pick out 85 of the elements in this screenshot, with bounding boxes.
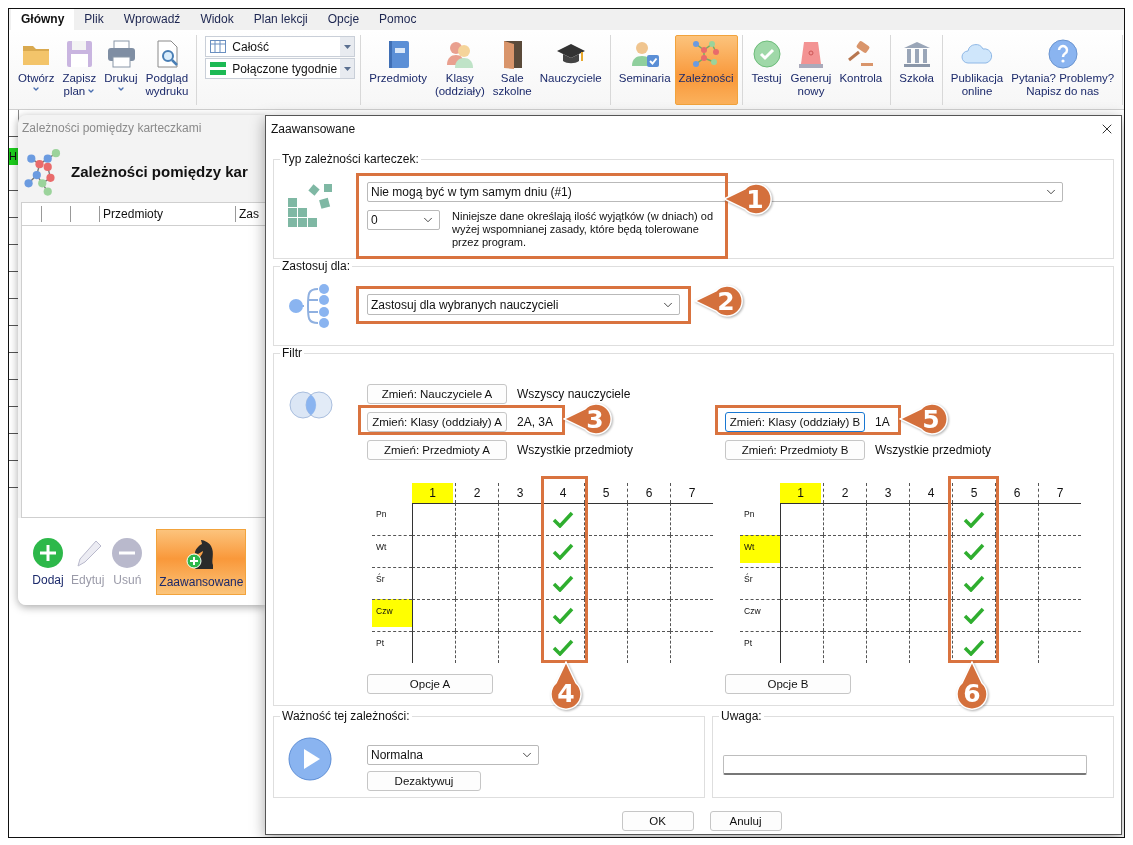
change-button[interactable]: Zmień: Przedmioty A [367, 440, 507, 460]
menu-tab[interactable]: Wprowadź [113, 9, 191, 30]
ribbon-button[interactable]: Testuj [746, 35, 787, 105]
day-label: Pt [372, 631, 412, 663]
toolbar-button[interactable]: Zaawansowane [156, 528, 247, 595]
day-label: Czw [740, 599, 780, 631]
ribbon-button[interactable]: Drukuj [100, 35, 142, 105]
callout-marker: 1 [723, 182, 773, 216]
day-label: Śr [740, 567, 780, 599]
ribbon-button[interactable]: Nauczyciele [535, 35, 606, 105]
group-label: Filtr [280, 346, 304, 360]
toolbar-button[interactable]: Dodaj [30, 534, 66, 589]
filter-value: Wszystkie przedmioty [517, 443, 634, 457]
exceptions-select[interactable]: 0 [367, 210, 440, 230]
ribbon-button[interactable]: Szkoła [895, 35, 938, 105]
group-label: Ważność tej zależności: [280, 709, 412, 723]
callout-marker: 5 [899, 402, 949, 436]
view-select[interactable]: Całość [205, 36, 356, 57]
ribbon-button[interactable]: Seminaria [614, 35, 675, 105]
ribbon-button[interactable]: Klasy (oddziały) [430, 35, 489, 105]
period-header: 7 [670, 483, 713, 503]
ribbon-button[interactable]: Zapisz plan [58, 35, 101, 105]
period-header: 3 [498, 483, 541, 503]
description-text: Niniejsze dane określają ilość wyjątków (w dniach) od wyżej wspomnianej zasady, które będą tolerowane przez program. [452, 210, 714, 249]
period-header: 2 [455, 483, 498, 503]
window-heading: Zależności pomiędzy kar [71, 162, 248, 180]
period-header: 7 [1038, 483, 1081, 503]
group-label: Zastosuj dla: [280, 259, 353, 273]
period-header: 4 [541, 483, 584, 503]
day-label: Czw [372, 599, 412, 627]
ribbon-button[interactable]: Zależności [674, 35, 738, 105]
ribbon-button[interactable]: Otwórz [14, 35, 59, 105]
callout-marker: 3 [563, 402, 613, 436]
change-button[interactable]: Zmień: Klasy (oddziały) A [367, 412, 507, 432]
day-label: Pn [375, 508, 388, 521]
deactivate-button[interactable]: Dezaktywuj [367, 771, 481, 791]
change-button[interactable]: Zmień: Przedmioty B [725, 440, 865, 460]
callout-marker: 4 [549, 661, 583, 711]
ribbon-button[interactable]: Pytania? Problemy? Napisz do nas [1007, 35, 1119, 105]
filter-value: 2A, 3A [517, 415, 554, 429]
menu-tab[interactable]: Plan lekcji [243, 9, 318, 30]
day-label: Wt [740, 535, 780, 563]
filter-value: 1A [875, 415, 890, 429]
ribbon-button[interactable]: Generuj nowy [786, 35, 836, 105]
change-button[interactable]: Zmień: Nauczyciele A [367, 384, 507, 404]
group-label: Uwaga: [719, 709, 764, 723]
filter-value: Wszyscy nauczyciele [517, 387, 631, 401]
period-header: 4 [909, 483, 952, 503]
period-header: 5 [584, 483, 627, 503]
column-header: Przedmioty [100, 206, 236, 222]
period-header: 1 [780, 483, 821, 503]
period-header: 6 [627, 483, 670, 503]
callout-marker: 6 [955, 661, 989, 711]
menu-tab[interactable]: Plik [74, 9, 114, 30]
callout-marker: 2 [694, 284, 744, 318]
options-button[interactable]: Opcje A [367, 674, 493, 694]
period-header: 3 [866, 483, 909, 503]
ribbon-button[interactable]: Podgląd wydruku [141, 35, 193, 105]
column-header: Zas [238, 206, 260, 222]
change-button[interactable]: Zmień: Klasy (oddziały) B [725, 412, 865, 432]
filter-value: Wszystkie przedmioty [875, 443, 992, 457]
dialog-button[interactable]: Anuluj [709, 811, 782, 831]
period-header: 5 [952, 483, 995, 503]
ribbon-button[interactable]: Przedmioty [365, 35, 431, 105]
menu-tab[interactable]: Opcje [317, 9, 370, 30]
menu-tab[interactable]: Widok [190, 9, 244, 30]
options-button[interactable]: Opcje B [725, 674, 851, 694]
ribbon-button[interactable]: Publikacja online [946, 35, 1008, 105]
ribbon-button[interactable]: Sale szkolne [488, 35, 536, 105]
dialog-button[interactable]: OK [621, 811, 694, 831]
window-title: Zależności pomiędzy karteczkami [21, 120, 203, 137]
period-header: 2 [823, 483, 866, 503]
menu-tab[interactable]: Pomoc [369, 9, 427, 30]
day-label: Pt [740, 631, 780, 663]
dialog-title: Zaawansowane [271, 121, 356, 136]
day-label: Pn [743, 508, 756, 521]
view-select[interactable]: Połączone tygodnie [205, 58, 356, 79]
menu-tab[interactable]: Główny [11, 9, 75, 30]
group-label: Typ zależności karteczek: [280, 152, 421, 166]
ribbon-button[interactable]: Kontrola [835, 35, 887, 105]
period-header: 6 [995, 483, 1038, 503]
apply-select[interactable]: Zastosuj dla wybranych nauczycieli [367, 294, 680, 315]
day-label: Wt [372, 535, 412, 567]
importance-select[interactable]: Normalna [367, 745, 539, 765]
period-header: 1 [412, 483, 453, 503]
